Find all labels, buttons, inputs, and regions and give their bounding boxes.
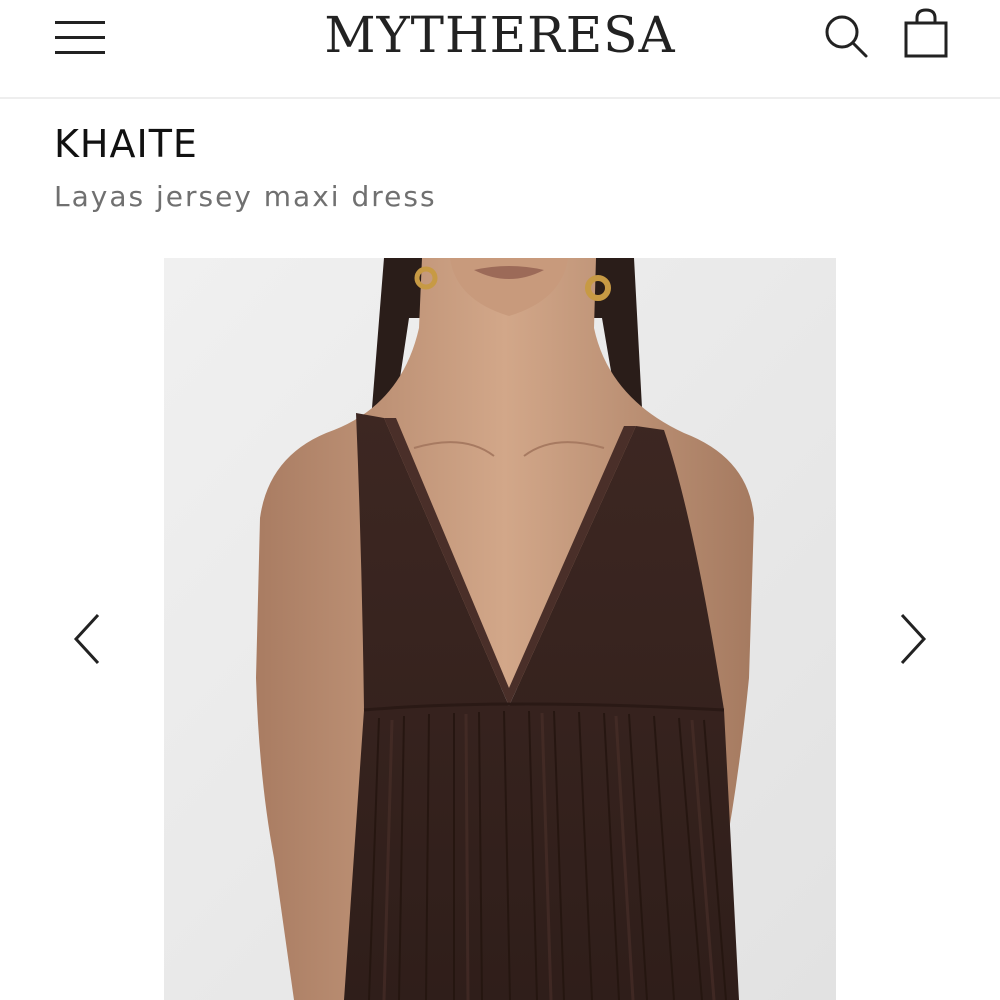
product-name: Layas jersey maxi dress (54, 180, 437, 213)
menu-icon[interactable] (55, 19, 107, 55)
menu-line (55, 51, 105, 54)
site-header: MYTHERESA (0, 0, 1000, 99)
product-image[interactable] (164, 258, 836, 1000)
chevron-left-icon[interactable] (68, 609, 108, 669)
menu-line (55, 36, 105, 39)
search-icon[interactable] (822, 12, 870, 60)
chevron-right-icon[interactable] (892, 609, 932, 669)
menu-line (55, 21, 105, 24)
product-brand[interactable]: KHAITE (54, 122, 198, 166)
site-logo[interactable]: MYTHERESA (300, 6, 700, 64)
product-photo-illustration (164, 258, 836, 1000)
shopping-bag-icon[interactable] (900, 6, 952, 62)
